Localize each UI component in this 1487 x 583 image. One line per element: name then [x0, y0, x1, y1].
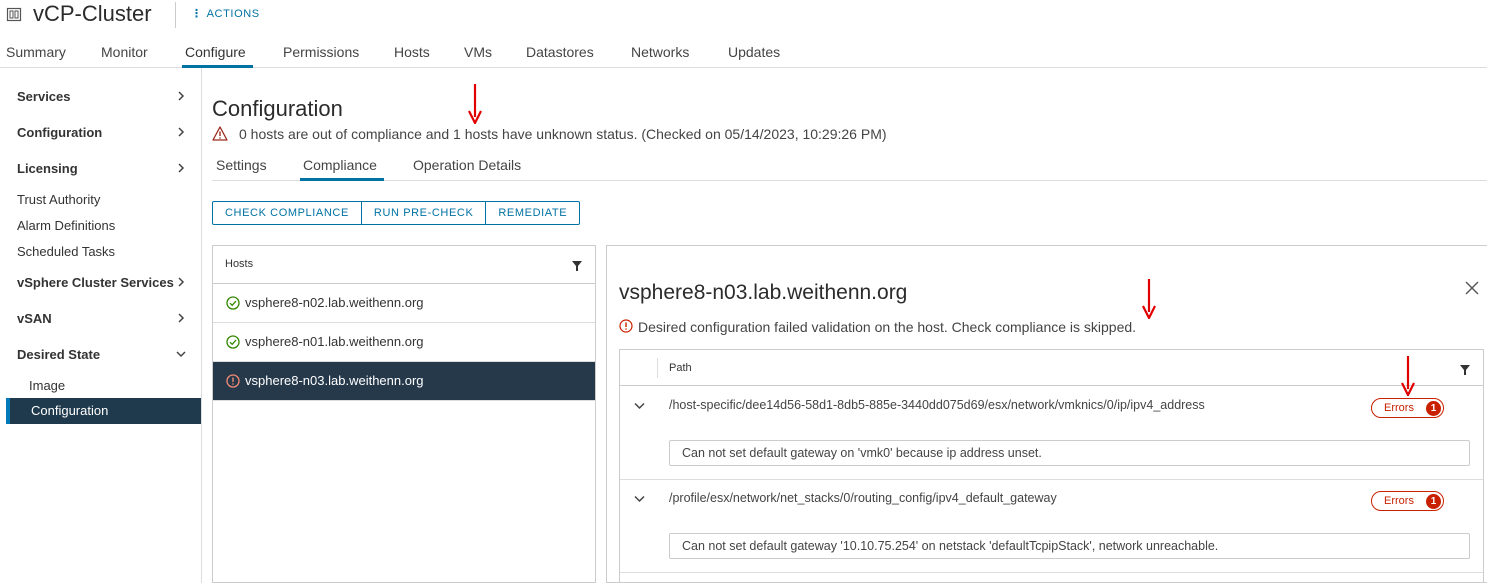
annotation-arrow-icon: [1401, 356, 1415, 396]
hosts-list: Hosts vsphere8-n02.lab.weithenn.org vsph…: [212, 245, 596, 583]
error-message-box: Can not set default gateway on 'vmk0' be…: [669, 440, 1470, 466]
host-row[interactable]: vsphere8-n02.lab.weithenn.org: [213, 284, 595, 323]
active-subtab-indicator: [300, 178, 384, 181]
sidebar-item-vsan[interactable]: vSAN: [17, 311, 52, 326]
host-name: vsphere8-n01.lab.weithenn.org: [245, 334, 424, 349]
section-title: Configuration: [212, 96, 343, 121]
page-title: vCP-Cluster: [33, 1, 152, 26]
sidebar-item-configuration[interactable]: Configuration: [17, 125, 102, 140]
tab-summary[interactable]: Summary: [6, 44, 66, 60]
main-tabs: Summary Monitor Configure Permissions Ho…: [0, 38, 1487, 68]
check-compliance-button[interactable]: CHECK COMPLIANCE: [213, 202, 361, 224]
sidebar-item-desired-state-configuration[interactable]: Configuration: [6, 398, 201, 424]
tab-settings[interactable]: Settings: [216, 157, 267, 173]
error-circle-icon: [619, 319, 633, 333]
hosts-header: Hosts: [213, 246, 595, 284]
tab-operation-details[interactable]: Operation Details: [413, 157, 521, 173]
hosts-column-label: Hosts: [225, 258, 254, 270]
more-vertical-icon: ⋮: [191, 8, 203, 20]
chevron-right-icon[interactable]: [176, 277, 186, 287]
error-message: Can not set default gateway on 'vmk0' be…: [682, 446, 1042, 460]
tab-networks[interactable]: Networks: [631, 44, 689, 60]
actions-button[interactable]: ⋮ ACTIONS: [191, 7, 260, 20]
errors-label: Errors: [1384, 495, 1414, 507]
tab-monitor[interactable]: Monitor: [101, 44, 148, 60]
table-row: /profile/esx/network/net_stacks/0/routin…: [620, 479, 1483, 573]
check-circle-icon: [226, 335, 240, 349]
host-name: vsphere8-n02.lab.weithenn.org: [245, 295, 424, 310]
chevron-right-icon[interactable]: [176, 127, 186, 137]
sub-tabs: Settings Compliance Operation Details: [212, 150, 1487, 181]
sidebar-item-desired-state[interactable]: Desired State: [17, 347, 100, 362]
error-message-box: Can not set default gateway '10.10.75.25…: [669, 533, 1470, 559]
sidebar-item-scheduled-tasks[interactable]: Scheduled Tasks: [17, 244, 115, 259]
check-circle-icon: [226, 296, 240, 310]
path-column-label: Path: [669, 362, 692, 374]
sidebar: Services Configuration Licensing Trust A…: [0, 68, 202, 583]
sidebar-item-label: Configuration: [31, 403, 109, 418]
tab-updates[interactable]: Updates: [728, 44, 780, 60]
errors-count: 1: [1426, 494, 1441, 509]
tab-hosts[interactable]: Hosts: [394, 44, 430, 60]
annotation-arrow-icon: [468, 84, 482, 124]
compliance-grid: Path /host-specific/dee14d56-58d1-8db5-8…: [619, 349, 1484, 583]
filter-icon[interactable]: [572, 261, 582, 271]
sidebar-item-licensing[interactable]: Licensing: [17, 161, 78, 176]
selection-bar: [6, 398, 10, 424]
chevron-down-icon[interactable]: [634, 495, 645, 503]
compliance-actions: CHECK COMPLIANCE RUN PRE-CHECK REMEDIATE: [212, 201, 581, 225]
chevron-right-icon[interactable]: [176, 91, 186, 101]
column-divider: [657, 358, 658, 378]
actions-label: ACTIONS: [206, 8, 260, 20]
top-bar: vCP-Cluster ⋮ ACTIONS: [0, 0, 1487, 30]
config-path: /profile/esx/network/net_stacks/0/routin…: [669, 491, 1057, 505]
chevron-down-icon[interactable]: [176, 349, 186, 359]
sidebar-item-vsphere-cluster-services[interactable]: vSphere Cluster Services: [17, 275, 174, 290]
host-name: vsphere8-n03.lab.weithenn.org: [245, 373, 424, 388]
detail-title: vsphere8-n03.lab.weithenn.org: [619, 281, 908, 304]
cluster-icon: [6, 7, 22, 22]
tab-configure[interactable]: Configure: [185, 44, 246, 60]
grid-header: Path: [620, 350, 1483, 386]
host-row[interactable]: vsphere8-n01.lab.weithenn.org: [213, 323, 595, 362]
tab-vms[interactable]: VMs: [464, 44, 492, 60]
annotation-arrow-icon: [1142, 279, 1156, 319]
error-message: Can not set default gateway '10.10.75.25…: [682, 539, 1219, 553]
compliance-status-text: 0 hosts are out of compliance and 1 host…: [239, 126, 887, 142]
error-circle-icon: [226, 374, 240, 388]
chevron-down-icon[interactable]: [634, 402, 645, 410]
remediate-button[interactable]: REMEDIATE: [485, 202, 579, 224]
table-row: /host-specific/dee14d56-58d1-8db5-885e-3…: [620, 386, 1483, 480]
sidebar-item-trust-authority[interactable]: Trust Authority: [17, 192, 100, 207]
sidebar-item-image[interactable]: Image: [29, 378, 65, 393]
filter-icon[interactable]: [1460, 365, 1470, 375]
errors-count: 1: [1426, 401, 1441, 416]
tab-permissions[interactable]: Permissions: [283, 44, 359, 60]
errors-badge[interactable]: Errors 1: [1371, 491, 1444, 511]
run-pre-check-button[interactable]: RUN PRE-CHECK: [360, 202, 485, 224]
host-detail-panel: vsphere8-n03.lab.weithenn.org Desired co…: [606, 245, 1487, 583]
errors-badge[interactable]: Errors 1: [1371, 398, 1444, 418]
title-divider: [175, 2, 176, 28]
warning-icon: [212, 126, 228, 141]
sidebar-item-services[interactable]: Services: [17, 89, 71, 104]
host-row-selected[interactable]: vsphere8-n03.lab.weithenn.org: [213, 362, 595, 401]
close-icon[interactable]: [1465, 281, 1479, 295]
chevron-right-icon[interactable]: [176, 163, 186, 173]
config-path: /host-specific/dee14d56-58d1-8db5-885e-3…: [669, 398, 1205, 412]
tab-datastores[interactable]: Datastores: [526, 44, 594, 60]
tab-compliance[interactable]: Compliance: [303, 157, 377, 173]
errors-label: Errors: [1384, 402, 1414, 414]
sidebar-item-alarm-definitions[interactable]: Alarm Definitions: [17, 218, 115, 233]
validation-error-text: Desired configuration failed validation …: [638, 319, 1137, 335]
chevron-right-icon[interactable]: [176, 313, 186, 323]
